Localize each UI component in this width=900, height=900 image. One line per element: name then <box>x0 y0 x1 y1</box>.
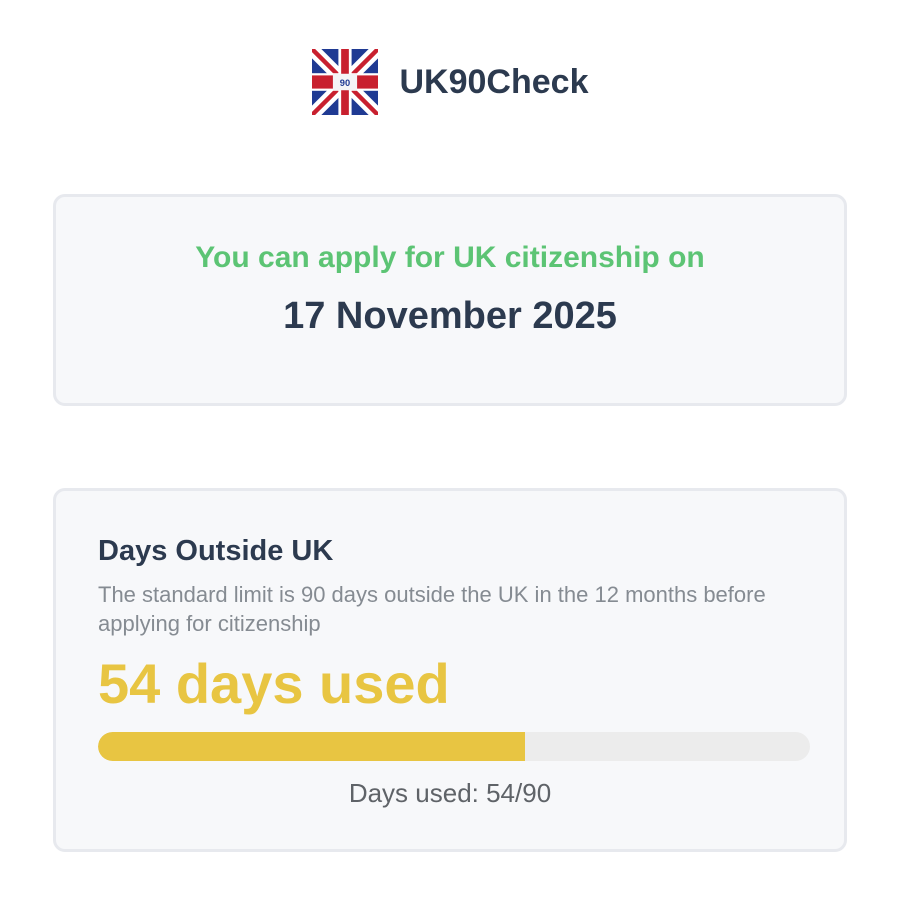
days-outside-card: Days Outside UK The standard limit is 90… <box>53 488 847 852</box>
days-progress-bar <box>98 732 810 761</box>
days-used-headline: 54 days used <box>98 652 450 715</box>
union-jack-flag-icon: 90 <box>311 49 378 115</box>
page: 90 UK90Check You can apply for UK citize… <box>0 0 900 900</box>
days-used-caption: Days used: 54/90 <box>348 778 552 808</box>
apply-label: You can apply for UK citizenship on <box>195 241 705 274</box>
apply-date: 17 November 2025 <box>283 295 617 337</box>
app-title: UK90Check <box>399 62 589 101</box>
app-header: 90 UK90Check <box>0 49 900 115</box>
days-outside-description: The standard limit is 90 days outside th… <box>98 582 766 636</box>
citizenship-date-card: You can apply for UK citizenship on 17 N… <box>53 194 847 406</box>
days-outside-title: Days Outside UK <box>98 535 334 567</box>
logo-badge-text: 90 <box>339 78 349 88</box>
days-progress-fill <box>98 732 526 761</box>
